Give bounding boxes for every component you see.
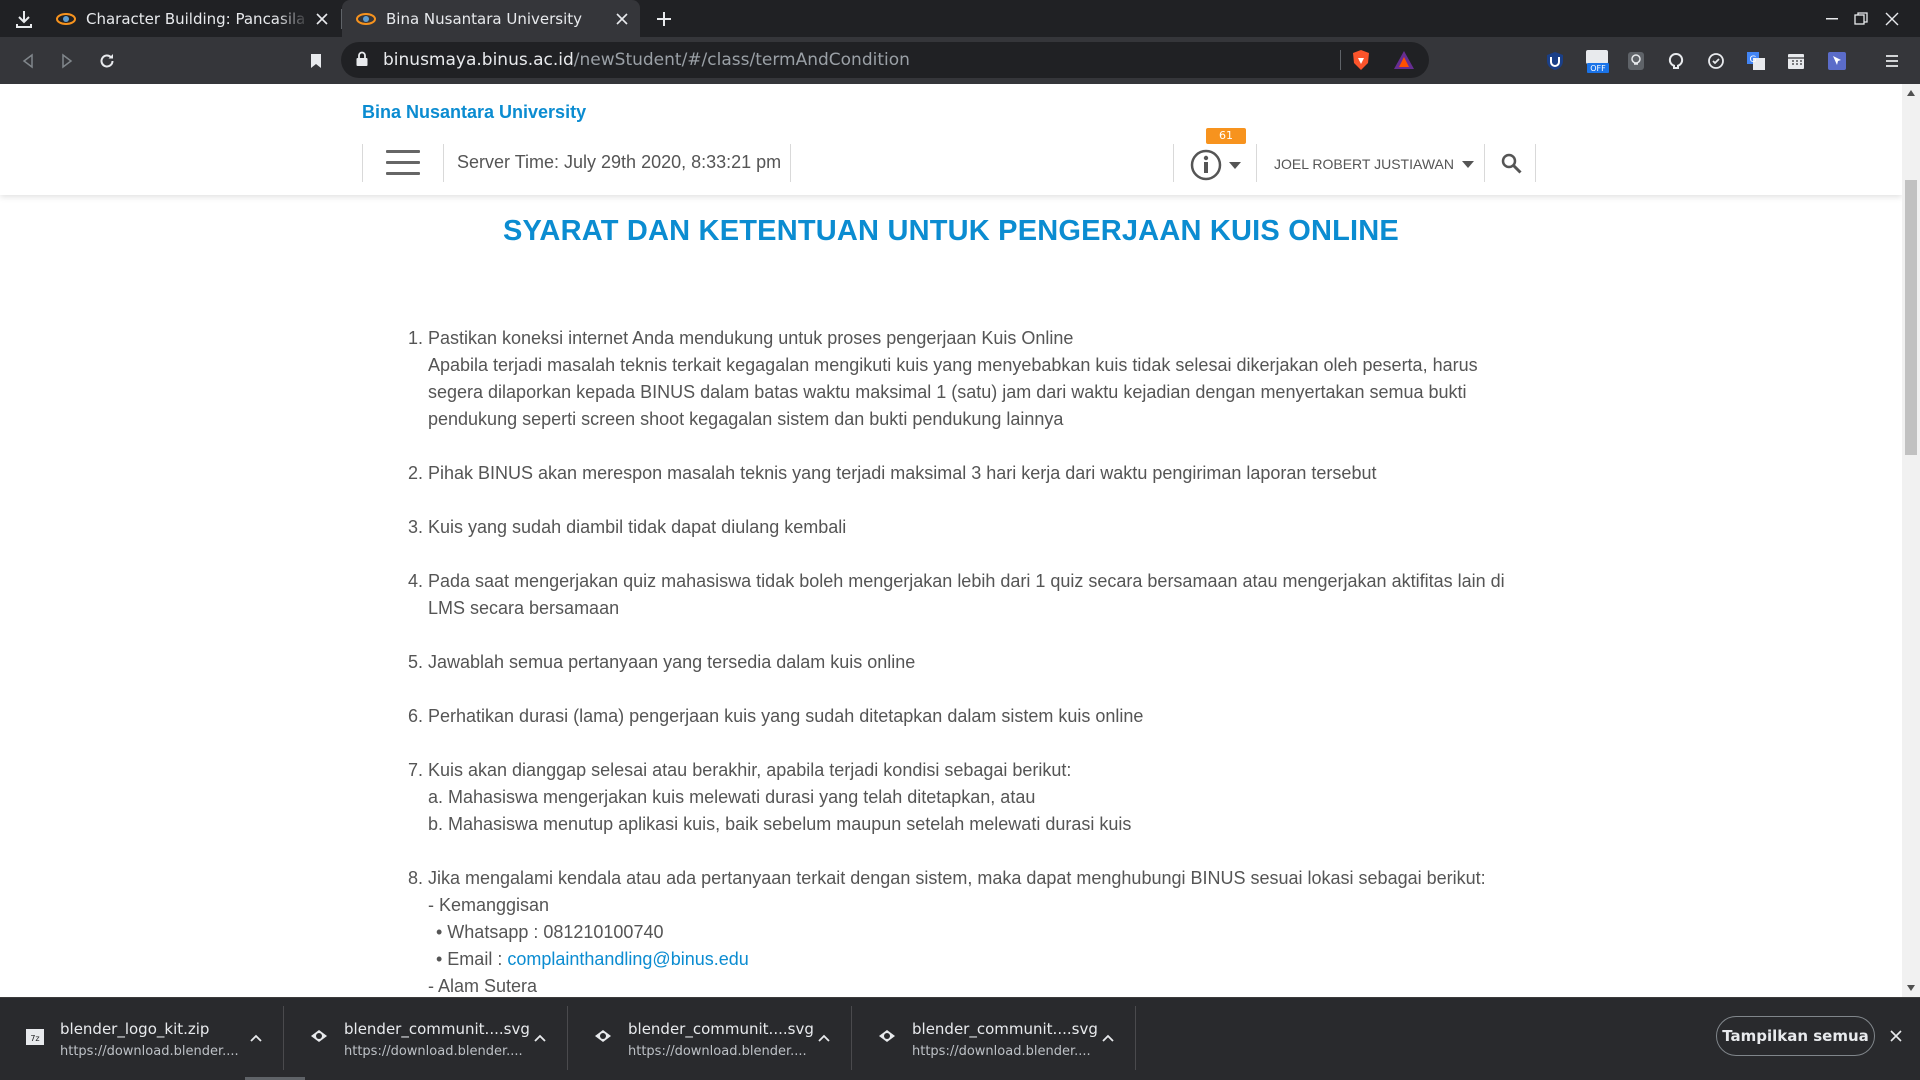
- terms-list: 1. Pastikan koneksi internet Anda menduk…: [408, 325, 1508, 997]
- chevron-down-icon: [1461, 160, 1474, 168]
- binus-favicon-icon: [56, 12, 76, 25]
- user-name: JOEL ROBERT JUSTIAWAN: [1274, 156, 1454, 172]
- notifications-button[interactable]: 61: [1190, 128, 1246, 182]
- blender-file-icon: [311, 1030, 327, 1042]
- download-shelf: 7z blender_logo_kit.zip https://download…: [0, 997, 1920, 1080]
- zip-file-icon: 7z: [26, 1029, 44, 1045]
- whatsapp-contact: • Whatsapp : 081210100740: [436, 922, 664, 942]
- hamburger-menu-icon[interactable]: [386, 150, 420, 178]
- github-icon[interactable]: [1664, 49, 1688, 73]
- header-divider: [1256, 144, 1257, 182]
- scroll-down-icon[interactable]: [1907, 985, 1915, 991]
- header-divider: [790, 144, 791, 182]
- clock-icon[interactable]: [1704, 49, 1728, 73]
- term-item: 6. Perhatikan durasi (lama) pengerjaan k…: [408, 706, 1144, 726]
- blender-file-icon: [595, 1030, 611, 1042]
- tab-title: Bina Nusantara University: [386, 9, 583, 28]
- close-window-icon[interactable]: [1864, 0, 1920, 37]
- scrollbar-thumb[interactable]: [1905, 180, 1917, 455]
- url-text: binusmaya.binus.ac.id/newStudent/#/class…: [383, 50, 910, 70]
- chevron-up-icon[interactable]: [1100, 1030, 1116, 1046]
- chevron-up-icon[interactable]: [532, 1030, 548, 1046]
- header-divider: [1173, 144, 1174, 182]
- close-tab-icon[interactable]: [610, 7, 634, 31]
- bookmark-icon[interactable]: [302, 47, 330, 75]
- term-item: 2. Pihak BINUS akan merespon masalah tek…: [408, 463, 1377, 483]
- lightbulb-icon[interactable]: [1624, 49, 1648, 73]
- header-divider: [362, 144, 363, 182]
- term-item: 1. Pastikan koneksi internet Anda menduk…: [408, 328, 1478, 429]
- download-item[interactable]: blender_communit....svg https://download…: [852, 1006, 1136, 1070]
- url-path: /newStudent/#/class/termAndCondition: [573, 50, 910, 70]
- download-item[interactable]: 7z blender_logo_kit.zip https://download…: [0, 1006, 284, 1070]
- lock-icon: [356, 51, 368, 66]
- close-tab-icon[interactable]: [310, 7, 334, 31]
- new-tab-plus-icon[interactable]: [651, 6, 677, 32]
- url-host: binusmaya.binus.ac.id: [383, 50, 574, 70]
- omnibox-separator: [1340, 50, 1341, 70]
- back-icon[interactable]: [14, 47, 42, 75]
- download-icon[interactable]: [10, 6, 38, 32]
- search-icon[interactable]: [1500, 152, 1524, 176]
- location-kemanggisan: - Kemanggisan: [428, 895, 550, 915]
- chevron-up-icon[interactable]: [816, 1030, 832, 1046]
- tab-character-building[interactable]: Character Building: Pancasila - Binus: [42, 0, 340, 37]
- term-item: 5. Jawablah semua pertanyaan yang tersed…: [408, 652, 916, 672]
- location-alam-sutera: - Alam Sutera: [428, 976, 538, 996]
- svg-text:OFF: OFF: [1590, 64, 1606, 73]
- term-item: 4. Pada saat mengerjakan quiz mahasiswa …: [408, 571, 1505, 618]
- info-icon: [1190, 149, 1241, 181]
- browser-toolbar: binusmaya.binus.ac.id/newStudent/#/class…: [0, 37, 1920, 84]
- translate-icon[interactable]: G: [1744, 49, 1768, 73]
- notification-count-badge: 61: [1206, 128, 1246, 144]
- download-item[interactable]: blender_communit....svg https://download…: [284, 1006, 568, 1070]
- term-item: 3. Kuis yang sudah diambil tidak dapat d…: [408, 517, 847, 537]
- term-item: 8. Jika mengalami kendala atau ada perta…: [408, 865, 1508, 997]
- email-contact: • Email : complainthandling@binus.edu: [436, 949, 749, 969]
- browser-menu-icon[interactable]: [1880, 49, 1904, 73]
- user-menu[interactable]: JOEL ROBERT JUSTIAWAN: [1274, 156, 1474, 172]
- svg-text:G: G: [1750, 55, 1757, 65]
- brave-shields-icon[interactable]: [1350, 49, 1372, 71]
- close-shelf-icon[interactable]: [1884, 1024, 1908, 1048]
- binus-favicon-icon: [356, 12, 376, 25]
- address-bar[interactable]: binusmaya.binus.ac.id/newStudent/#/class…: [341, 42, 1429, 78]
- term-item: 7. Kuis akan dianggap selesai atau berak…: [408, 760, 1132, 834]
- ublock-icon[interactable]: [1543, 49, 1567, 73]
- page-title: SYARAT DAN KETENTUAN UNTUK PENGERJAAN KU…: [503, 215, 1399, 247]
- site-header: Bina Nusantara University Server Time: J…: [0, 84, 1902, 195]
- svg-text:7z: 7z: [30, 1034, 39, 1043]
- off-badge-icon[interactable]: OFF: [1582, 49, 1612, 73]
- email-link[interactable]: complainthandling@binus.edu: [507, 949, 748, 969]
- forward-icon[interactable]: [53, 47, 81, 75]
- chevron-up-icon[interactable]: [248, 1030, 264, 1046]
- calendar-icon[interactable]: [1784, 49, 1808, 73]
- blender-file-icon: [879, 1030, 895, 1042]
- reload-icon[interactable]: [93, 47, 121, 75]
- server-time: Server Time: July 29th 2020, 8:33:21 pm: [457, 152, 782, 172]
- page-viewport: Bina Nusantara University Server Time: J…: [0, 84, 1902, 997]
- browser-tab-bar: Character Building: Pancasila - Binus Bi…: [0, 0, 1920, 37]
- scroll-up-icon[interactable]: [1907, 90, 1915, 96]
- brave-rewards-icon[interactable]: [1393, 50, 1415, 70]
- cursor-icon[interactable]: [1825, 49, 1849, 73]
- download-item[interactable]: blender_communit....svg https://download…: [568, 1006, 852, 1070]
- tab-title: Character Building: Pancasila - Binus: [86, 9, 310, 28]
- header-divider: [1535, 144, 1536, 182]
- university-brand[interactable]: Bina Nusantara University: [362, 102, 586, 123]
- page-scrollbar[interactable]: [1902, 84, 1920, 997]
- header-divider: [1484, 144, 1485, 182]
- header-divider: [443, 144, 444, 182]
- tab-bina-nusantara[interactable]: Bina Nusantara University: [342, 0, 640, 37]
- show-all-downloads-button[interactable]: Tampilkan semua: [1716, 1016, 1875, 1056]
